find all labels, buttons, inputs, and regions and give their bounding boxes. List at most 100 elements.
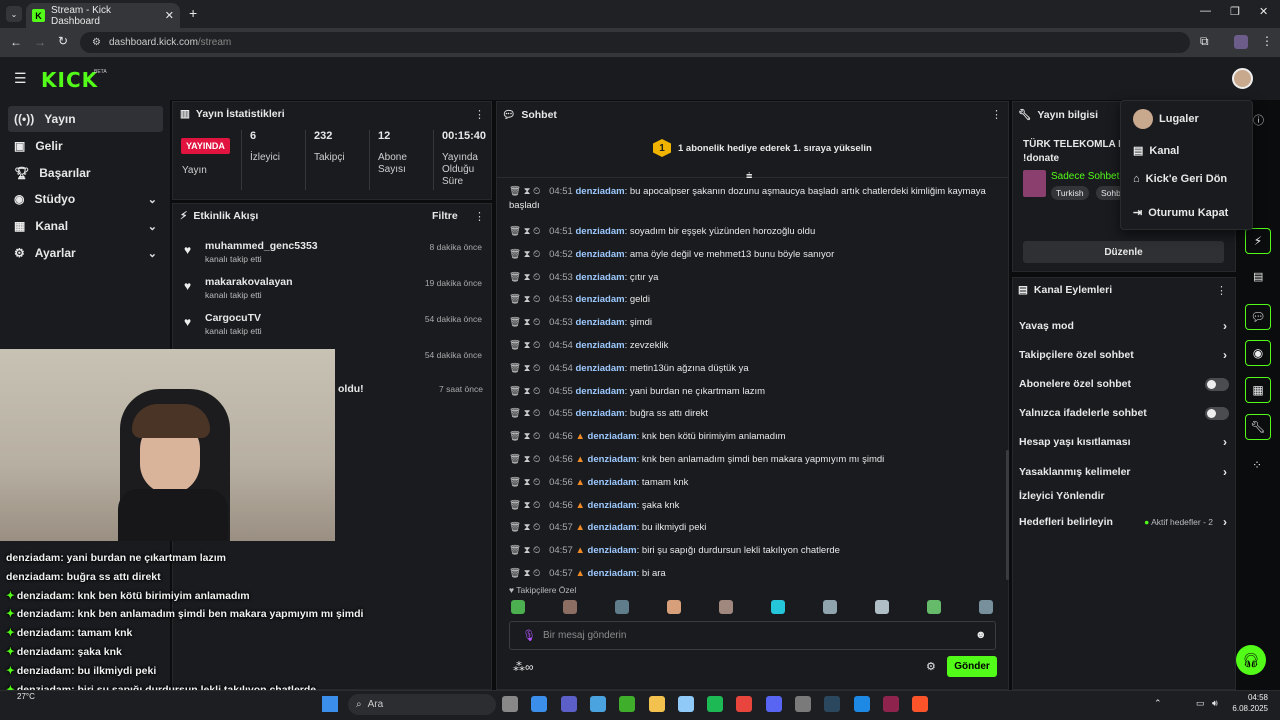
action-row[interactable]: Yavaş mod › (1019, 317, 1229, 335)
message-username[interactable]: denziadam (588, 545, 637, 556)
message-mod-icons[interactable]: 🗑︎ ⧗ ⏲︎ (509, 477, 543, 488)
message-mod-icons[interactable]: 🗑︎ ⧗ ⏲︎ (509, 454, 543, 465)
rail-bolt-icon[interactable]: ⚡︎ (1245, 228, 1271, 254)
kick-points-icon[interactable]: ⁂∞ (513, 660, 534, 674)
spotify-icon[interactable] (707, 696, 724, 712)
emote-icon[interactable] (719, 600, 733, 614)
emote-icon[interactable] (979, 600, 993, 614)
emote-icon[interactable] (823, 600, 837, 614)
emoji-icon[interactable]: ☻ (975, 629, 987, 641)
message-username[interactable]: denziadam (575, 408, 624, 419)
send-button[interactable]: Gönder (947, 656, 997, 677)
rail-doc-icon[interactable]: ▤ (1253, 270, 1263, 283)
emote-icon[interactable] (563, 600, 577, 614)
xbox-icon[interactable] (619, 696, 636, 712)
toggle-switch[interactable] (1205, 377, 1229, 391)
activity-user[interactable]: muhammed_genc5353 (205, 240, 318, 252)
message-mod-icons[interactable]: 🗑︎ ⧗ ⏲︎ (509, 186, 543, 197)
emote-icon[interactable] (511, 600, 525, 614)
message-username[interactable]: denziadam (575, 386, 624, 397)
message-mod-icons[interactable]: 🗑︎ ⧗ ⏲︎ (509, 386, 543, 397)
rail-wrench-icon[interactable]: 🔧︎ (1245, 414, 1271, 440)
clock-time[interactable]: 04:58 (1222, 693, 1268, 702)
message-username[interactable]: denziadam (588, 568, 637, 579)
menu-item-logout[interactable]: ⇥ Oturumu Kapat (1133, 206, 1228, 220)
close-window-icon[interactable]: ✕ (1259, 5, 1268, 18)
emote-icon[interactable] (667, 600, 681, 614)
reload-icon[interactable]: ↻ (58, 34, 68, 48)
message-mod-icons[interactable]: 🗑︎ ⧗ ⏲︎ (509, 363, 543, 374)
tab-list-icon[interactable]: ⌄ (6, 6, 22, 22)
activity-user[interactable]: makarakovalayan (205, 276, 293, 288)
sidebar-item-basarilar[interactable]: 🏆︎ Başarılar (8, 160, 163, 186)
message-mod-icons[interactable]: 🗑︎ ⧗ ⏲︎ (509, 317, 543, 328)
mic-icon[interactable]: 🎙︎ (522, 629, 536, 642)
menu-user[interactable]: Lugaler (1133, 109, 1199, 129)
message-mod-icons[interactable]: 🗑︎ ⧗ ⏲︎ (509, 500, 543, 511)
action-row[interactable]: Yasaklanmış kelimeler › (1019, 463, 1229, 481)
new-tab-icon[interactable]: + (189, 5, 197, 21)
edge-icon[interactable] (853, 696, 870, 712)
chat-menu-icon[interactable]: ⋮ (991, 108, 1002, 121)
extensions-icon[interactable]: ⧉ (1200, 34, 1209, 49)
action-row[interactable]: Hesap yaşı kısıtlaması › (1019, 433, 1229, 451)
rail-broadcast-icon[interactable]: ◉ (1245, 340, 1271, 366)
browser-menu-icon[interactable]: ⋮ (1261, 34, 1273, 48)
back-icon[interactable]: ← (10, 35, 22, 49)
message-username[interactable]: denziadam (588, 431, 637, 442)
message-mod-icons[interactable]: 🗑︎ ⧗ ⏲︎ (509, 226, 543, 237)
actions-menu-icon[interactable]: ⋮ (1216, 284, 1227, 297)
emote-icon[interactable] (771, 600, 785, 614)
message-username[interactable]: denziadam (588, 522, 637, 533)
message-mod-icons[interactable]: 🗑︎ ⧗ ⏲︎ (509, 249, 543, 260)
chrome-icon[interactable] (736, 696, 753, 712)
steam-icon[interactable] (824, 696, 841, 712)
browser-tab[interactable]: K Stream - Kick Dashboard ✕ (26, 3, 180, 28)
activity-menu-icon[interactable]: ⋮ (474, 210, 485, 223)
obs-icon[interactable] (795, 696, 811, 712)
message-username[interactable]: denziadam (575, 226, 624, 237)
profile-avatar[interactable] (1234, 35, 1248, 49)
photos-icon[interactable] (677, 696, 694, 712)
activity-user[interactable]: CargocuTV (205, 312, 261, 324)
pinned-banner[interactable]: 1 1 abonelik hediye ederek 1. sıraya yük… (497, 128, 1008, 178)
emote-icon[interactable] (875, 600, 889, 614)
message-username[interactable]: denziadam (575, 363, 624, 374)
teams-icon[interactable] (560, 696, 577, 712)
message-mod-icons[interactable]: 🗑︎ ⧗ ⏲︎ (509, 522, 543, 533)
support-headset-icon[interactable]: 🎧︎ (1236, 645, 1266, 675)
file-explorer-icon[interactable] (502, 696, 518, 712)
folder-icon[interactable] (648, 696, 665, 712)
volume-icon[interactable]: 🔊︎ (1212, 698, 1218, 709)
toggle-switch[interactable] (1205, 406, 1229, 420)
menu-item-back-to-kick[interactable]: ⌂ Kick'e Geri Dön (1133, 173, 1227, 185)
message-username[interactable]: denziadam (588, 477, 637, 488)
hamburger-menu-icon[interactable]: ☰ (14, 70, 27, 87)
message-mod-icons[interactable]: 🗑︎ ⧗ ⏲︎ (509, 568, 543, 579)
restore-icon[interactable]: ❐ (1230, 5, 1240, 18)
info-icon[interactable]: ⓘ (1253, 112, 1264, 128)
message-username[interactable]: denziadam (588, 500, 637, 511)
chat-input[interactable]: 🎙︎ Bir mesaj gönderin ☻ (509, 621, 996, 650)
start-icon[interactable] (322, 696, 338, 712)
emote-icon[interactable] (615, 600, 629, 614)
url-field[interactable]: ⚙ dashboard.kick.com/stream (80, 32, 1190, 53)
brave-icon[interactable] (912, 696, 929, 712)
rail-apps-icon[interactable]: ⁘ (1252, 458, 1262, 472)
collapse-pin-icon[interactable]: ⩧ (746, 170, 752, 183)
message-username[interactable]: denziadam (575, 249, 624, 260)
sidebar-item-ayarlar[interactable]: ⚙ Ayarlar ⌄ (8, 240, 163, 266)
sidebar-item-yayin[interactable]: ((•)) Yayın (8, 106, 163, 132)
sidebar-item-gelir[interactable]: ▣ Gelir (8, 133, 163, 159)
rail-layout-icon[interactable]: ▦ (1245, 377, 1271, 403)
chat-scrollbar[interactable] (1006, 450, 1009, 580)
action-row[interactable]: Takipçilere özel sohbet › (1019, 346, 1229, 364)
discord-icon[interactable] (765, 696, 782, 712)
menu-item-kanal[interactable]: ▤ Kanal (1133, 144, 1179, 158)
message-mod-icons[interactable]: 🗑︎ ⧗ ⏲︎ (509, 408, 543, 419)
stats-menu-icon[interactable]: ⋮ (474, 108, 485, 121)
action-row[interactable]: Yalnızca ifadelerle sohbet (1019, 404, 1229, 422)
action-row[interactable]: İzleyici Yönlendir (1019, 487, 1229, 505)
message-username[interactable]: denziadam (588, 454, 637, 465)
user-avatar[interactable] (1232, 68, 1253, 89)
